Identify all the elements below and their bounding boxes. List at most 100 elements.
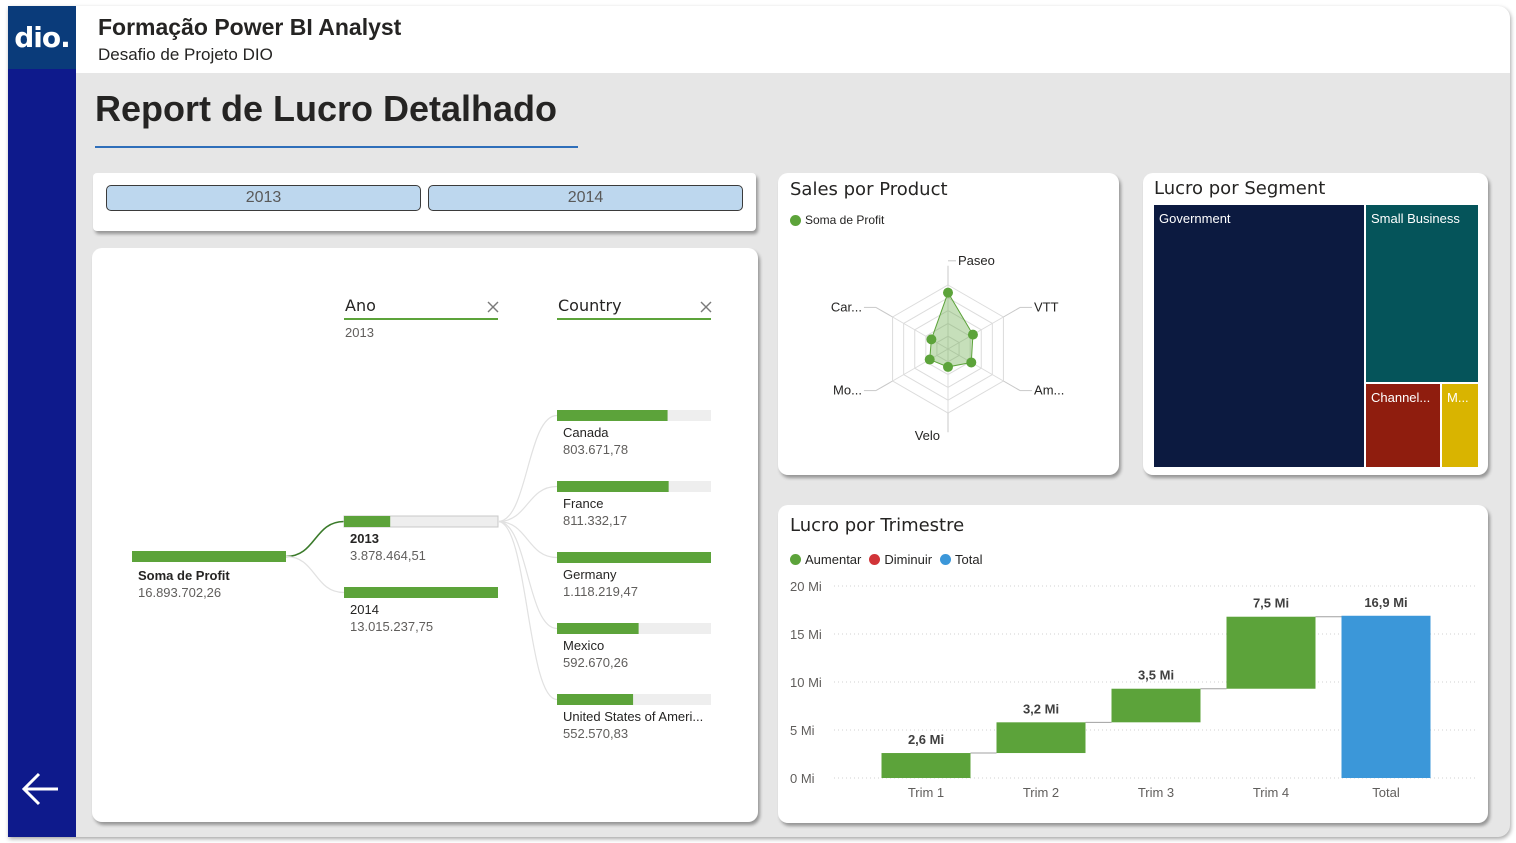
slicer-option-2014[interactable]: 2014 <box>428 185 743 211</box>
dio-logo: dio. <box>8 6 76 69</box>
radar-title: Sales por Product <box>790 179 948 200</box>
header-subtitle: Desafio de Projeto DIO <box>98 45 273 64</box>
year-value: 13.015.237,75 <box>350 619 433 634</box>
page-title: Report de Lucro Detalhado <box>95 88 558 129</box>
back-arrow-icon[interactable] <box>20 768 62 810</box>
country-value: 552.570,83 <box>563 726 628 741</box>
radar-point-Car...[interactable] <box>926 334 937 345</box>
waterfall-bar-trim-4[interactable] <box>1226 616 1316 689</box>
connector-France <box>497 485 558 523</box>
year-bar-2013[interactable] <box>344 516 391 527</box>
legend-label-increase: Aumentar <box>805 552 862 567</box>
radar-point-Am...[interactable] <box>966 357 977 368</box>
connector-Canada <box>497 414 558 523</box>
slicer-option-2013[interactable]: 2013 <box>106 185 421 211</box>
y-tick-label: 20 Mi <box>790 579 822 594</box>
radar-chart-card: Paseo VTT Am... Velo Mo... Car... Sales por P… <box>778 173 1119 475</box>
country-label: United States of Ameri... <box>563 709 703 724</box>
radar-legend-label: Soma de Profit <box>805 213 885 227</box>
close-icon[interactable] <box>700 301 712 313</box>
data-label: 3,5 Mi <box>1138 668 1174 683</box>
treemap-cell-small-business[interactable]: Small Business <box>1366 205 1478 382</box>
treemap-cell-channel[interactable]: Channel... <box>1366 384 1440 467</box>
legend-label-total: Total <box>955 552 983 567</box>
radar-point-VTT[interactable] <box>967 329 978 340</box>
level-header-ano: Ano <box>345 296 376 315</box>
radar-point-Mo...[interactable] <box>924 354 935 365</box>
data-label: 7,5 Mi <box>1253 596 1289 611</box>
x-tick-label: Total <box>1372 785 1400 800</box>
country-bar[interactable] <box>557 694 634 705</box>
country-label: France <box>563 496 603 511</box>
root-label: Soma de Profit <box>138 568 230 583</box>
country-label: Canada <box>563 425 609 440</box>
country-bar[interactable] <box>557 410 668 421</box>
data-label: 2,6 Mi <box>908 732 944 747</box>
legend-dot-decrease <box>869 554 881 565</box>
y-tick-label: 10 Mi <box>790 675 822 690</box>
waterfall-bar-trim-2[interactable] <box>996 722 1086 754</box>
year-slicer: 2013 2014 <box>93 173 756 231</box>
waterfall-card: 0 Mi 5 Mi 10 Mi 15 Mi 20 Mi 2,6 Mi Trim 1 3,2 M… <box>778 505 1488 823</box>
treemap-card: Lucro por Segment Government Small Busin… <box>1143 173 1488 475</box>
sidebar <box>8 6 76 837</box>
country-value: 1.118.219,47 <box>563 584 638 599</box>
radar-series-area <box>929 291 974 368</box>
radar-axis-label: Mo... <box>833 383 862 398</box>
treemap-cell-government[interactable]: Government <box>1154 205 1364 467</box>
radar-leader-line <box>875 306 893 318</box>
header-title: Formação Power BI Analyst <box>98 14 402 40</box>
country-value: 811.332,17 <box>563 513 627 528</box>
x-tick-label: Trim 1 <box>908 785 944 800</box>
root-value: 16.893.702,26 <box>138 585 221 600</box>
legend-dot <box>790 214 801 226</box>
year-bar-2014[interactable] <box>344 587 498 598</box>
country-bar[interactable] <box>557 481 669 492</box>
root-bar[interactable] <box>132 551 286 562</box>
radar-leader-line <box>1003 380 1021 392</box>
report-header: Formação Power BI Analyst Desafio de Pro… <box>76 6 1510 73</box>
country-value: 803.671,78 <box>563 442 628 457</box>
logo-text: dio. <box>14 21 71 54</box>
country-bar[interactable] <box>557 552 711 563</box>
year-label: 2014 <box>350 602 379 617</box>
waterfall-legend: Aumentar Diminuir Total <box>790 552 983 567</box>
decomposition-tree: Ano 2013 Country Soma de Profit 16.893.702,2… <box>92 248 758 822</box>
year-label: 2013 <box>350 531 379 546</box>
level-filter-value: 2013 <box>345 325 374 340</box>
y-tick-label: 5 Mi <box>790 723 815 738</box>
connector-2013 <box>285 520 345 558</box>
close-icon[interactable] <box>487 301 499 313</box>
country-label: Germany <box>563 567 617 582</box>
year-value: 3.878.464,51 <box>350 548 426 563</box>
x-tick-label: Trim 3 <box>1138 785 1174 800</box>
connector-United States of Ameri... <box>497 520 558 701</box>
legend-dot-increase <box>790 554 801 565</box>
radar-axis-label: Am... <box>1034 383 1064 398</box>
radar-axis-label: Paseo <box>958 253 995 268</box>
title-underline <box>95 146 578 148</box>
connector-2014 <box>285 555 345 594</box>
radar-point-Velo[interactable] <box>943 361 953 372</box>
y-tick-label: 15 Mi <box>790 627 822 642</box>
country-value: 592.670,26 <box>563 655 628 670</box>
country-label: Mexico <box>563 638 604 653</box>
radar-axis-label: Car... <box>831 299 862 314</box>
waterfall-bar-trim-1[interactable] <box>881 753 971 778</box>
level-header-country: Country <box>558 296 622 315</box>
radar-legend: Soma de Profit <box>790 213 884 227</box>
waterfall-bar-total[interactable] <box>1341 615 1431 778</box>
waterfall-bar-trim-3[interactable] <box>1111 688 1201 723</box>
treemap-title: Lucro por Segment <box>1154 178 1326 199</box>
x-tick-label: Trim 4 <box>1253 785 1289 800</box>
x-tick-label: Trim 2 <box>1023 785 1059 800</box>
radar-axis-label: VTT <box>1034 299 1059 314</box>
country-bar[interactable] <box>557 623 639 634</box>
data-label: 16,9 Mi <box>1364 595 1407 610</box>
treemap-cell-midmarket[interactable]: M... <box>1442 384 1478 467</box>
radar-point-Paseo[interactable] <box>943 287 953 298</box>
radar-axis-label: Velo <box>915 428 940 443</box>
radar-leader-line <box>875 380 893 392</box>
legend-label-decrease: Diminuir <box>884 552 933 567</box>
y-tick-label: 0 Mi <box>790 771 815 786</box>
